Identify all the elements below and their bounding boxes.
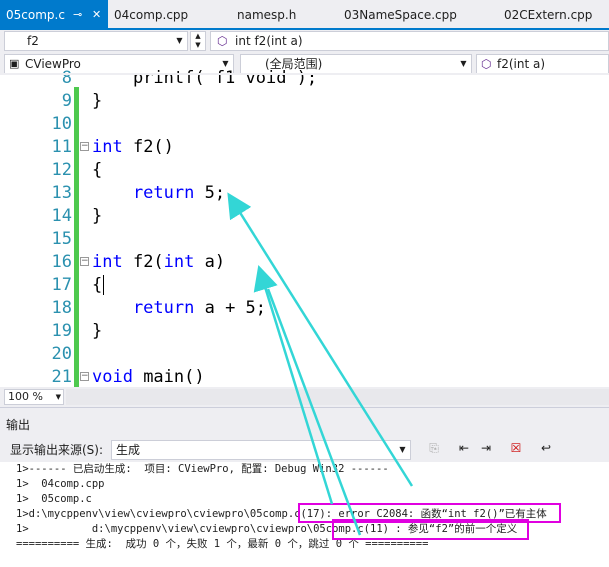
annotation-arrows bbox=[227, 192, 414, 536]
arrow-to-brace-17 bbox=[253, 265, 334, 505]
arrow-to-return-5 bbox=[227, 192, 414, 487]
arrow-from-definition bbox=[266, 288, 362, 536]
